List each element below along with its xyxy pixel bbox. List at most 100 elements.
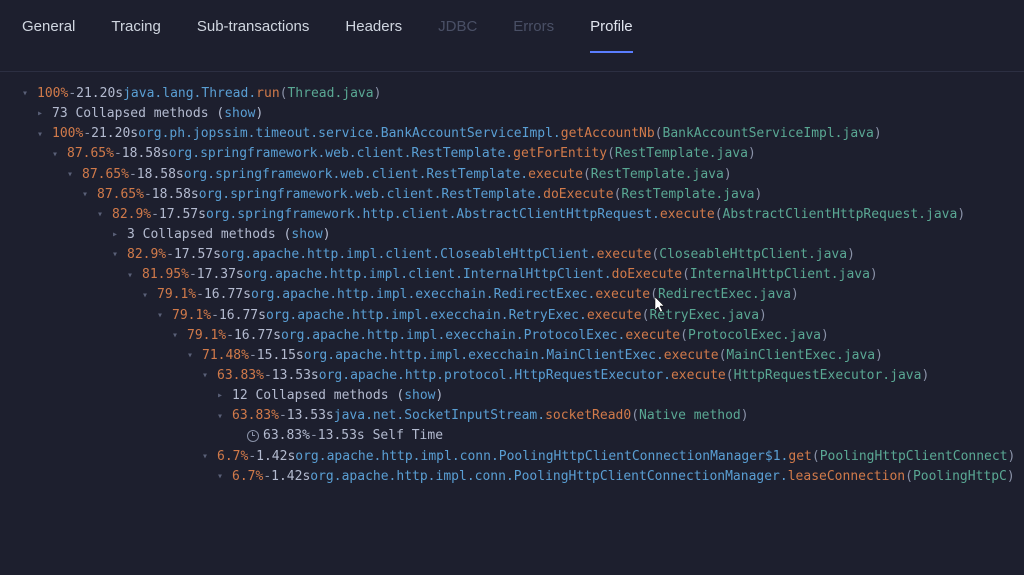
frame-package: org.apache.http.impl.client.CloseableHtt… <box>221 245 597 265</box>
stack-frame-row[interactable]: ▾79.1% - 16.77s org.apache.http.impl.exe… <box>22 306 1024 326</box>
frame-package: org.apache.http.impl.execchain.RetryExec… <box>266 306 587 326</box>
frame-percentage: 87.65% <box>67 144 114 164</box>
frame-percentage: 100% <box>37 84 68 104</box>
frame-percentage: 6.7% <box>217 447 248 467</box>
frame-duration: 15.15s <box>257 346 304 366</box>
stack-frame-row[interactable]: ▾79.1% - 16.77s org.apache.http.impl.exe… <box>22 326 1024 346</box>
frame-percentage: 79.1% <box>157 285 196 305</box>
stack-frame-row[interactable]: ▾81.95% - 17.37s org.apache.http.impl.cl… <box>22 265 1024 285</box>
collapsed-methods-label: 73 Collapsed methods ( <box>52 104 224 124</box>
frame-package: org.springframework.web.client.RestTempl… <box>199 185 543 205</box>
tab-headers[interactable]: Headers <box>345 18 402 53</box>
frame-duration: 16.77s <box>204 285 251 305</box>
stack-frame-row[interactable]: ▾100% - 21.20s org.ph.jopssim.timeout.se… <box>22 124 1024 144</box>
collapse-toggle-icon[interactable]: ▸ <box>112 227 124 243</box>
frame-duration: 16.77s <box>219 306 266 326</box>
frame-source: HttpRequestExecutor.java <box>734 366 922 386</box>
collapse-toggle-icon[interactable]: ▸ <box>217 388 229 404</box>
frame-percentage: 79.1% <box>187 326 226 346</box>
frame-package: java.lang.Thread. <box>123 84 256 104</box>
tab-bar: General Tracing Sub-transactions Headers… <box>0 0 1024 72</box>
frame-percentage: 82.9% <box>127 245 166 265</box>
frame-duration: 16.77s <box>234 326 281 346</box>
frame-percentage: 81.95% <box>142 265 189 285</box>
stack-frame-row[interactable]: ▾100% - 21.20s java.lang.Thread.run(Thre… <box>22 84 1024 104</box>
frame-percentage: 6.7% <box>232 467 263 487</box>
tab-tracing[interactable]: Tracing <box>111 18 160 53</box>
collapse-toggle-icon[interactable]: ▾ <box>202 368 214 384</box>
frame-source: AbstractClientHttpRequest.java <box>723 205 958 225</box>
frame-duration: 18.58s <box>152 185 199 205</box>
frame-method: execute <box>528 165 583 185</box>
frame-method: doExecute <box>612 265 682 285</box>
frame-package: org.apache.http.protocol.HttpRequestExec… <box>319 366 671 386</box>
stack-frame-row[interactable]: ▸12 Collapsed methods (show) <box>22 386 1024 406</box>
frame-source: RestTemplate.java <box>591 165 724 185</box>
stack-frame-row[interactable]: ▾87.65% - 18.58s org.springframework.web… <box>22 185 1024 205</box>
stack-frame-row[interactable]: 63.83% - 13.53s Self Time <box>22 426 1024 446</box>
stack-frame-row[interactable]: ▸3 Collapsed methods (show) <box>22 225 1024 245</box>
stack-frame-row[interactable]: ▾79.1% - 16.77s org.apache.http.impl.exe… <box>22 285 1024 305</box>
frame-percentage: 87.65% <box>82 165 129 185</box>
frame-percentage: 87.65% <box>97 185 144 205</box>
collapse-toggle-icon[interactable]: ▾ <box>187 348 199 364</box>
collapse-toggle-icon[interactable]: ▾ <box>112 247 124 263</box>
frame-duration: 13.53s <box>287 406 334 426</box>
tab-errors[interactable]: Errors <box>513 18 554 53</box>
collapse-toggle-icon[interactable]: ▾ <box>22 86 34 102</box>
tab-profile[interactable]: Profile <box>590 18 633 53</box>
clock-icon <box>247 430 259 442</box>
frame-package: org.apache.http.impl.execchain.MainClien… <box>304 346 664 366</box>
collapse-toggle-icon[interactable]: ▾ <box>172 328 184 344</box>
collapse-toggle-icon[interactable]: ▾ <box>82 187 94 203</box>
collapse-toggle-icon[interactable]: ▾ <box>157 308 169 324</box>
collapse-toggle-icon[interactable]: ▾ <box>217 469 229 485</box>
tab-general[interactable]: General <box>22 18 75 53</box>
stack-frame-row[interactable]: ▾63.83% - 13.53s org.apache.http.protoco… <box>22 366 1024 386</box>
collapse-toggle-icon[interactable]: ▾ <box>37 127 49 143</box>
frame-method: execute <box>664 346 719 366</box>
stack-frame-row[interactable]: ▾6.7% - 1.42s org.apache.http.impl.conn.… <box>22 467 1024 487</box>
stack-frame-row[interactable]: ▾6.7% - 1.42s org.apache.http.impl.conn.… <box>22 447 1024 467</box>
frame-source: InternalHttpClient.java <box>690 265 870 285</box>
frame-package: java.net.SocketInputStream. <box>334 406 545 426</box>
frame-method: run <box>256 84 279 104</box>
frame-method: execute <box>625 326 680 346</box>
frame-package: org.ph.jopssim.timeout.service.BankAccou… <box>138 124 561 144</box>
frame-percentage: 63.83% <box>263 426 310 446</box>
frame-duration: 13.53s <box>272 366 319 386</box>
stack-frame-row[interactable]: ▸73 Collapsed methods (show) <box>22 104 1024 124</box>
frame-duration: 17.57s <box>174 245 221 265</box>
collapse-toggle-icon[interactable]: ▸ <box>37 106 49 122</box>
stack-frame-row[interactable]: ▾82.9% - 17.57s org.apache.http.impl.cli… <box>22 245 1024 265</box>
frame-source: MainClientExec.java <box>726 346 875 366</box>
show-link[interactable]: show <box>224 104 255 124</box>
show-link[interactable]: show <box>404 386 435 406</box>
frame-source: CloseableHttpClient.java <box>659 245 847 265</box>
show-link[interactable]: show <box>291 225 322 245</box>
stack-frame-row[interactable]: ▾82.9% - 17.57s org.springframework.http… <box>22 205 1024 225</box>
stack-frame-row[interactable]: ▾87.65% - 18.58s org.springframework.web… <box>22 165 1024 185</box>
collapse-toggle-icon[interactable]: ▾ <box>52 147 64 163</box>
stack-frame-row[interactable]: ▾63.83% - 13.53s java.net.SocketInputStr… <box>22 406 1024 426</box>
frame-duration: 17.57s <box>159 205 206 225</box>
collapse-toggle-icon[interactable]: ▾ <box>142 288 154 304</box>
frame-method: socketRead0 <box>545 406 631 426</box>
frame-duration: 21.20s <box>91 124 138 144</box>
collapse-toggle-icon[interactable]: ▾ <box>67 167 79 183</box>
frame-method: get <box>788 447 811 467</box>
stack-frame-row[interactable]: ▾87.65% - 18.58s org.springframework.web… <box>22 144 1024 164</box>
collapse-toggle-icon[interactable]: ▾ <box>127 268 139 284</box>
frame-duration: 18.58s <box>137 165 184 185</box>
collapse-toggle-icon[interactable]: ▾ <box>97 207 109 223</box>
stack-frame-row[interactable]: ▾71.48% - 15.15s org.apache.http.impl.ex… <box>22 346 1024 366</box>
frame-package: org.apache.http.impl.execchain.ProtocolE… <box>281 326 625 346</box>
frame-source: Native method <box>639 406 741 426</box>
tab-jdbc[interactable]: JDBC <box>438 18 477 53</box>
collapse-toggle-icon[interactable]: ▾ <box>202 449 214 465</box>
frame-source: PoolingHttpClientConnect <box>820 447 1008 467</box>
collapsed-methods-label: 3 Collapsed methods ( <box>127 225 291 245</box>
frame-source: RestTemplate.java <box>621 185 754 205</box>
tab-subtransactions[interactable]: Sub-transactions <box>197 18 310 53</box>
collapse-toggle-icon[interactable]: ▾ <box>217 409 229 425</box>
